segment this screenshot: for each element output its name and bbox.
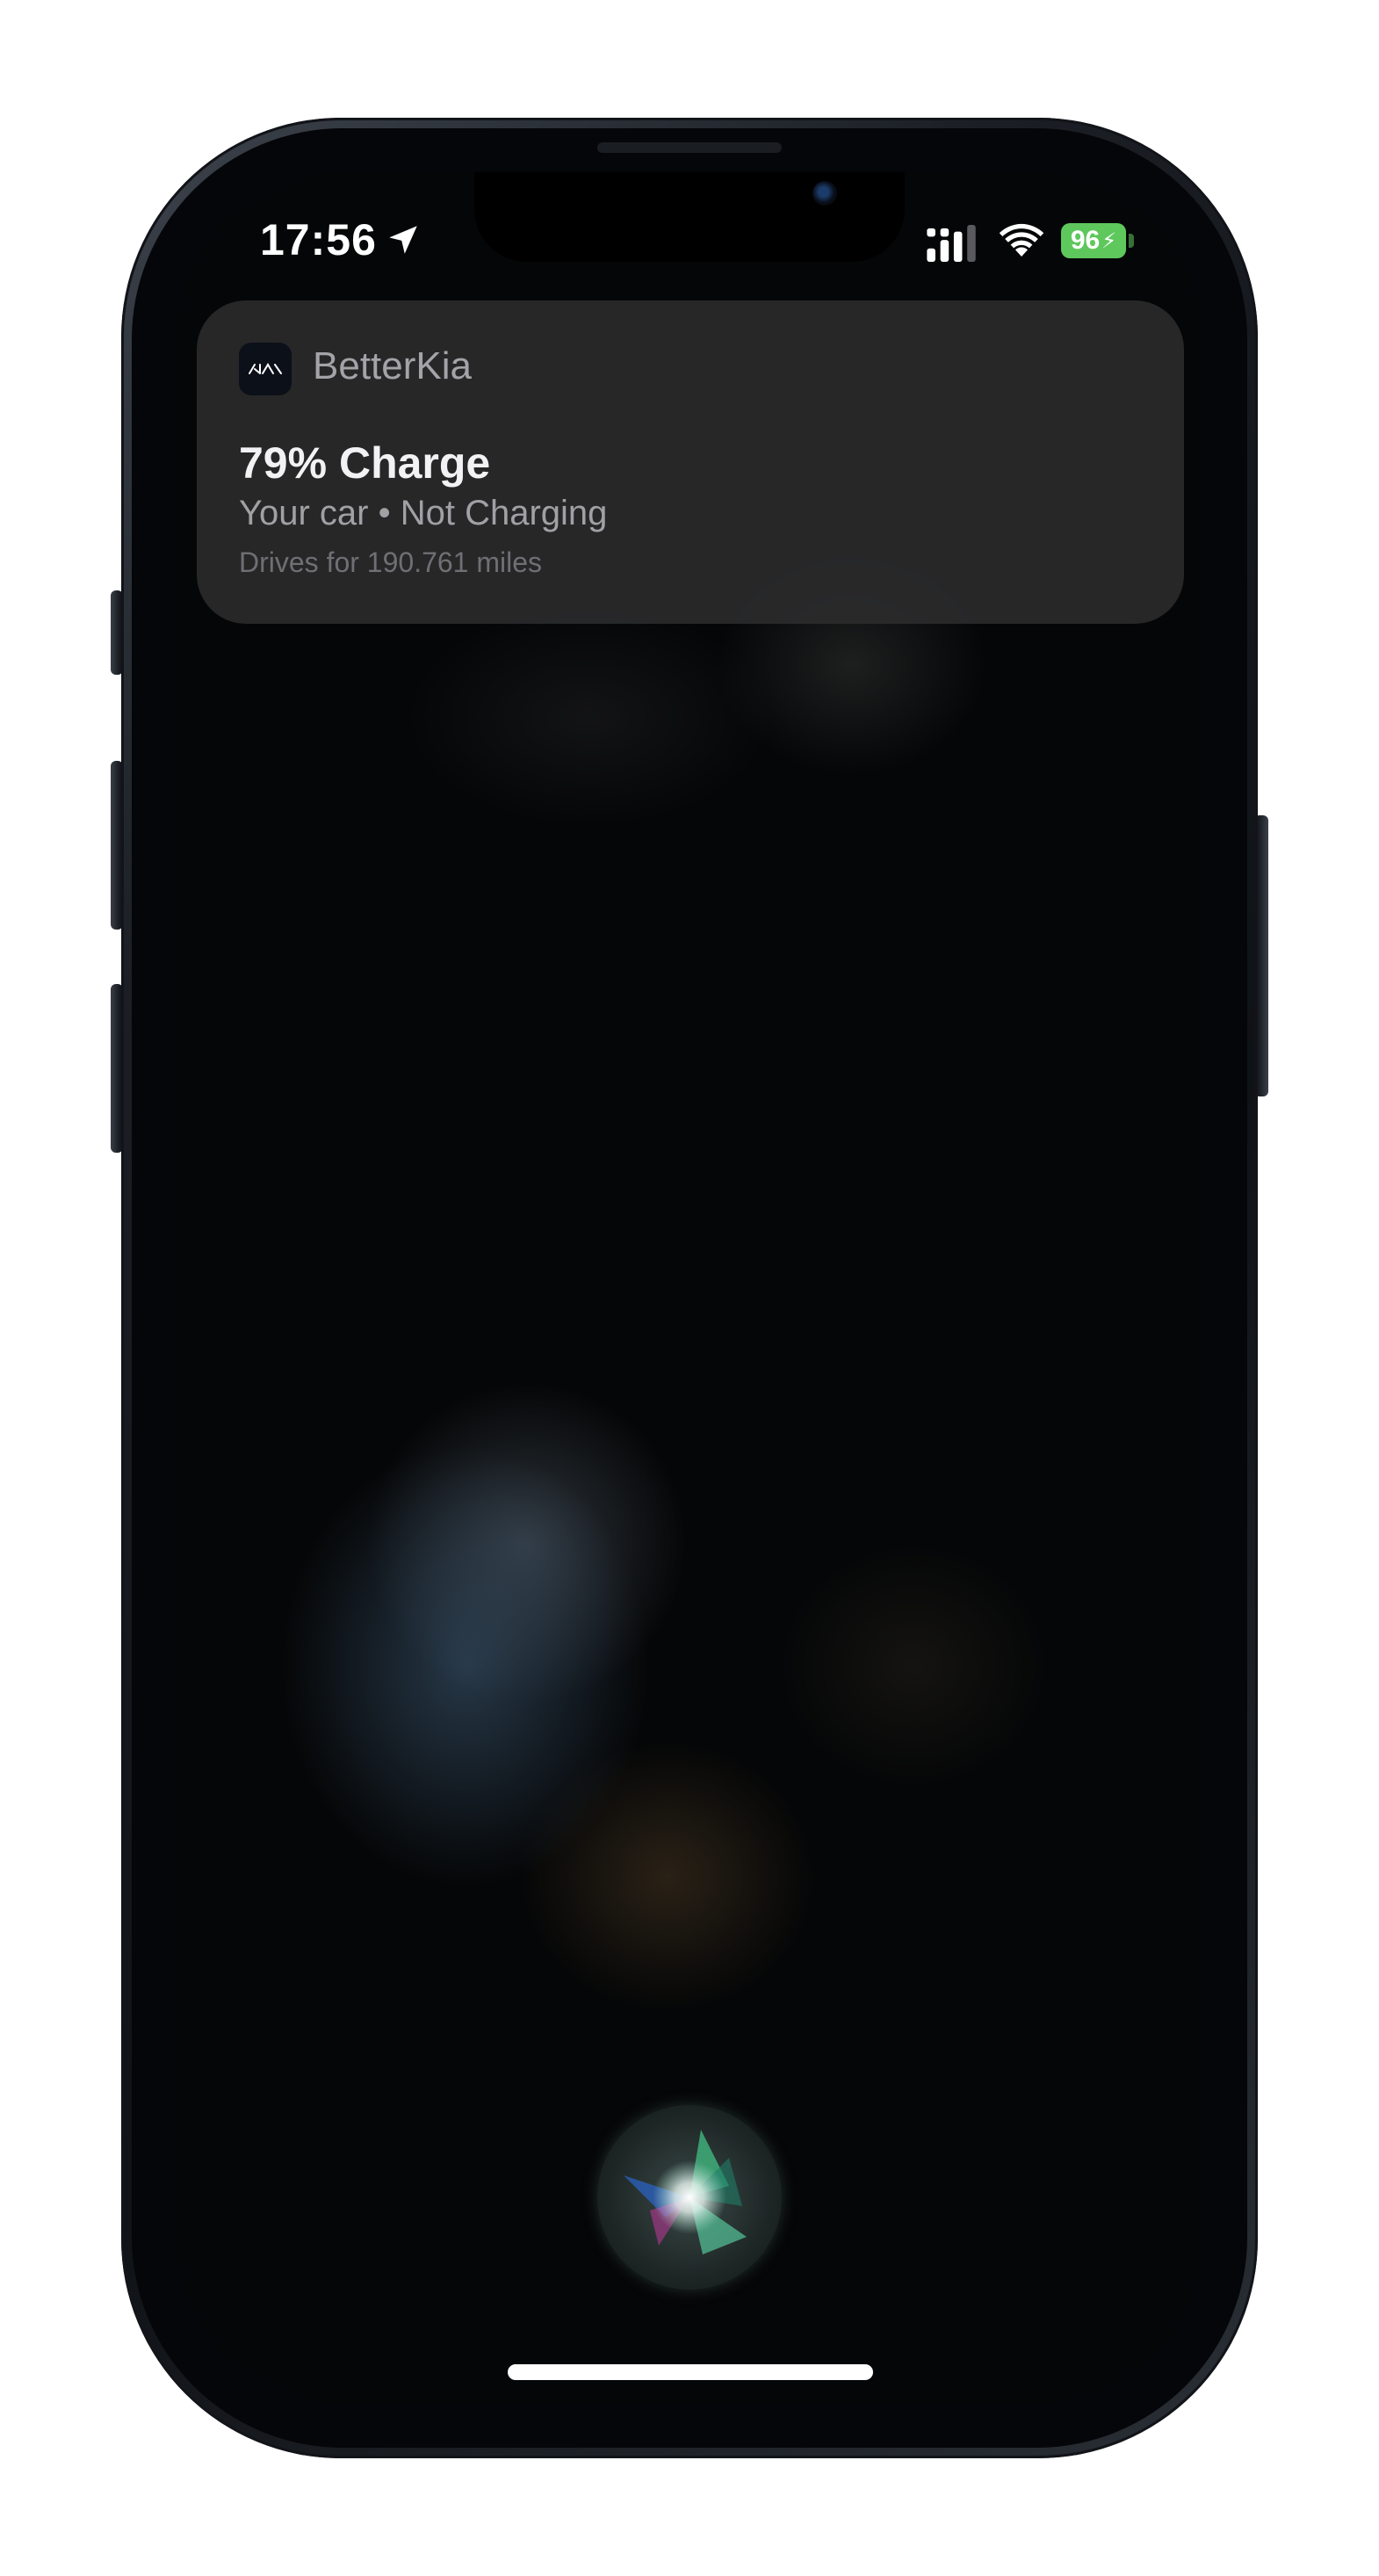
- charging-bolt-icon: ⚡: [1101, 228, 1117, 253]
- dynamic-island: [474, 172, 905, 262]
- battery-level: 96: [1070, 226, 1101, 255]
- notification-detail: Drives for 190.761 miles: [239, 546, 543, 578]
- notification-subtitle: Your car • Not Charging: [239, 494, 608, 532]
- phone-screen: 17:56 96 ⚡ BetterKia 79% Charge Your car…: [176, 172, 1203, 2404]
- earpiece-speaker: [597, 142, 782, 153]
- battery-icon: 96 ⚡: [1061, 223, 1126, 258]
- notification-app-name: BetterKia: [313, 344, 472, 387]
- cellular-signal-icon: [927, 225, 976, 262]
- notification-title: 79% Charge: [239, 438, 491, 488]
- battery-cap: [1129, 234, 1134, 248]
- siri-glow: [624, 2130, 747, 2254]
- front-camera-icon: [812, 181, 837, 206]
- status-time: 17:56: [260, 215, 377, 264]
- page: 17:56 96 ⚡ BetterKia 79% Charge Your car…: [0, 0, 1379, 2576]
- kia-logo-icon: [239, 343, 292, 395]
- siri-orb-icon[interactable]: [597, 2105, 782, 2290]
- wifi-icon: [999, 223, 1044, 257]
- notification-card[interactable]: BetterKia 79% Charge Your car • Not Char…: [197, 300, 1184, 624]
- home-indicator[interactable]: [508, 2364, 873, 2380]
- location-arrow-icon: [389, 226, 417, 254]
